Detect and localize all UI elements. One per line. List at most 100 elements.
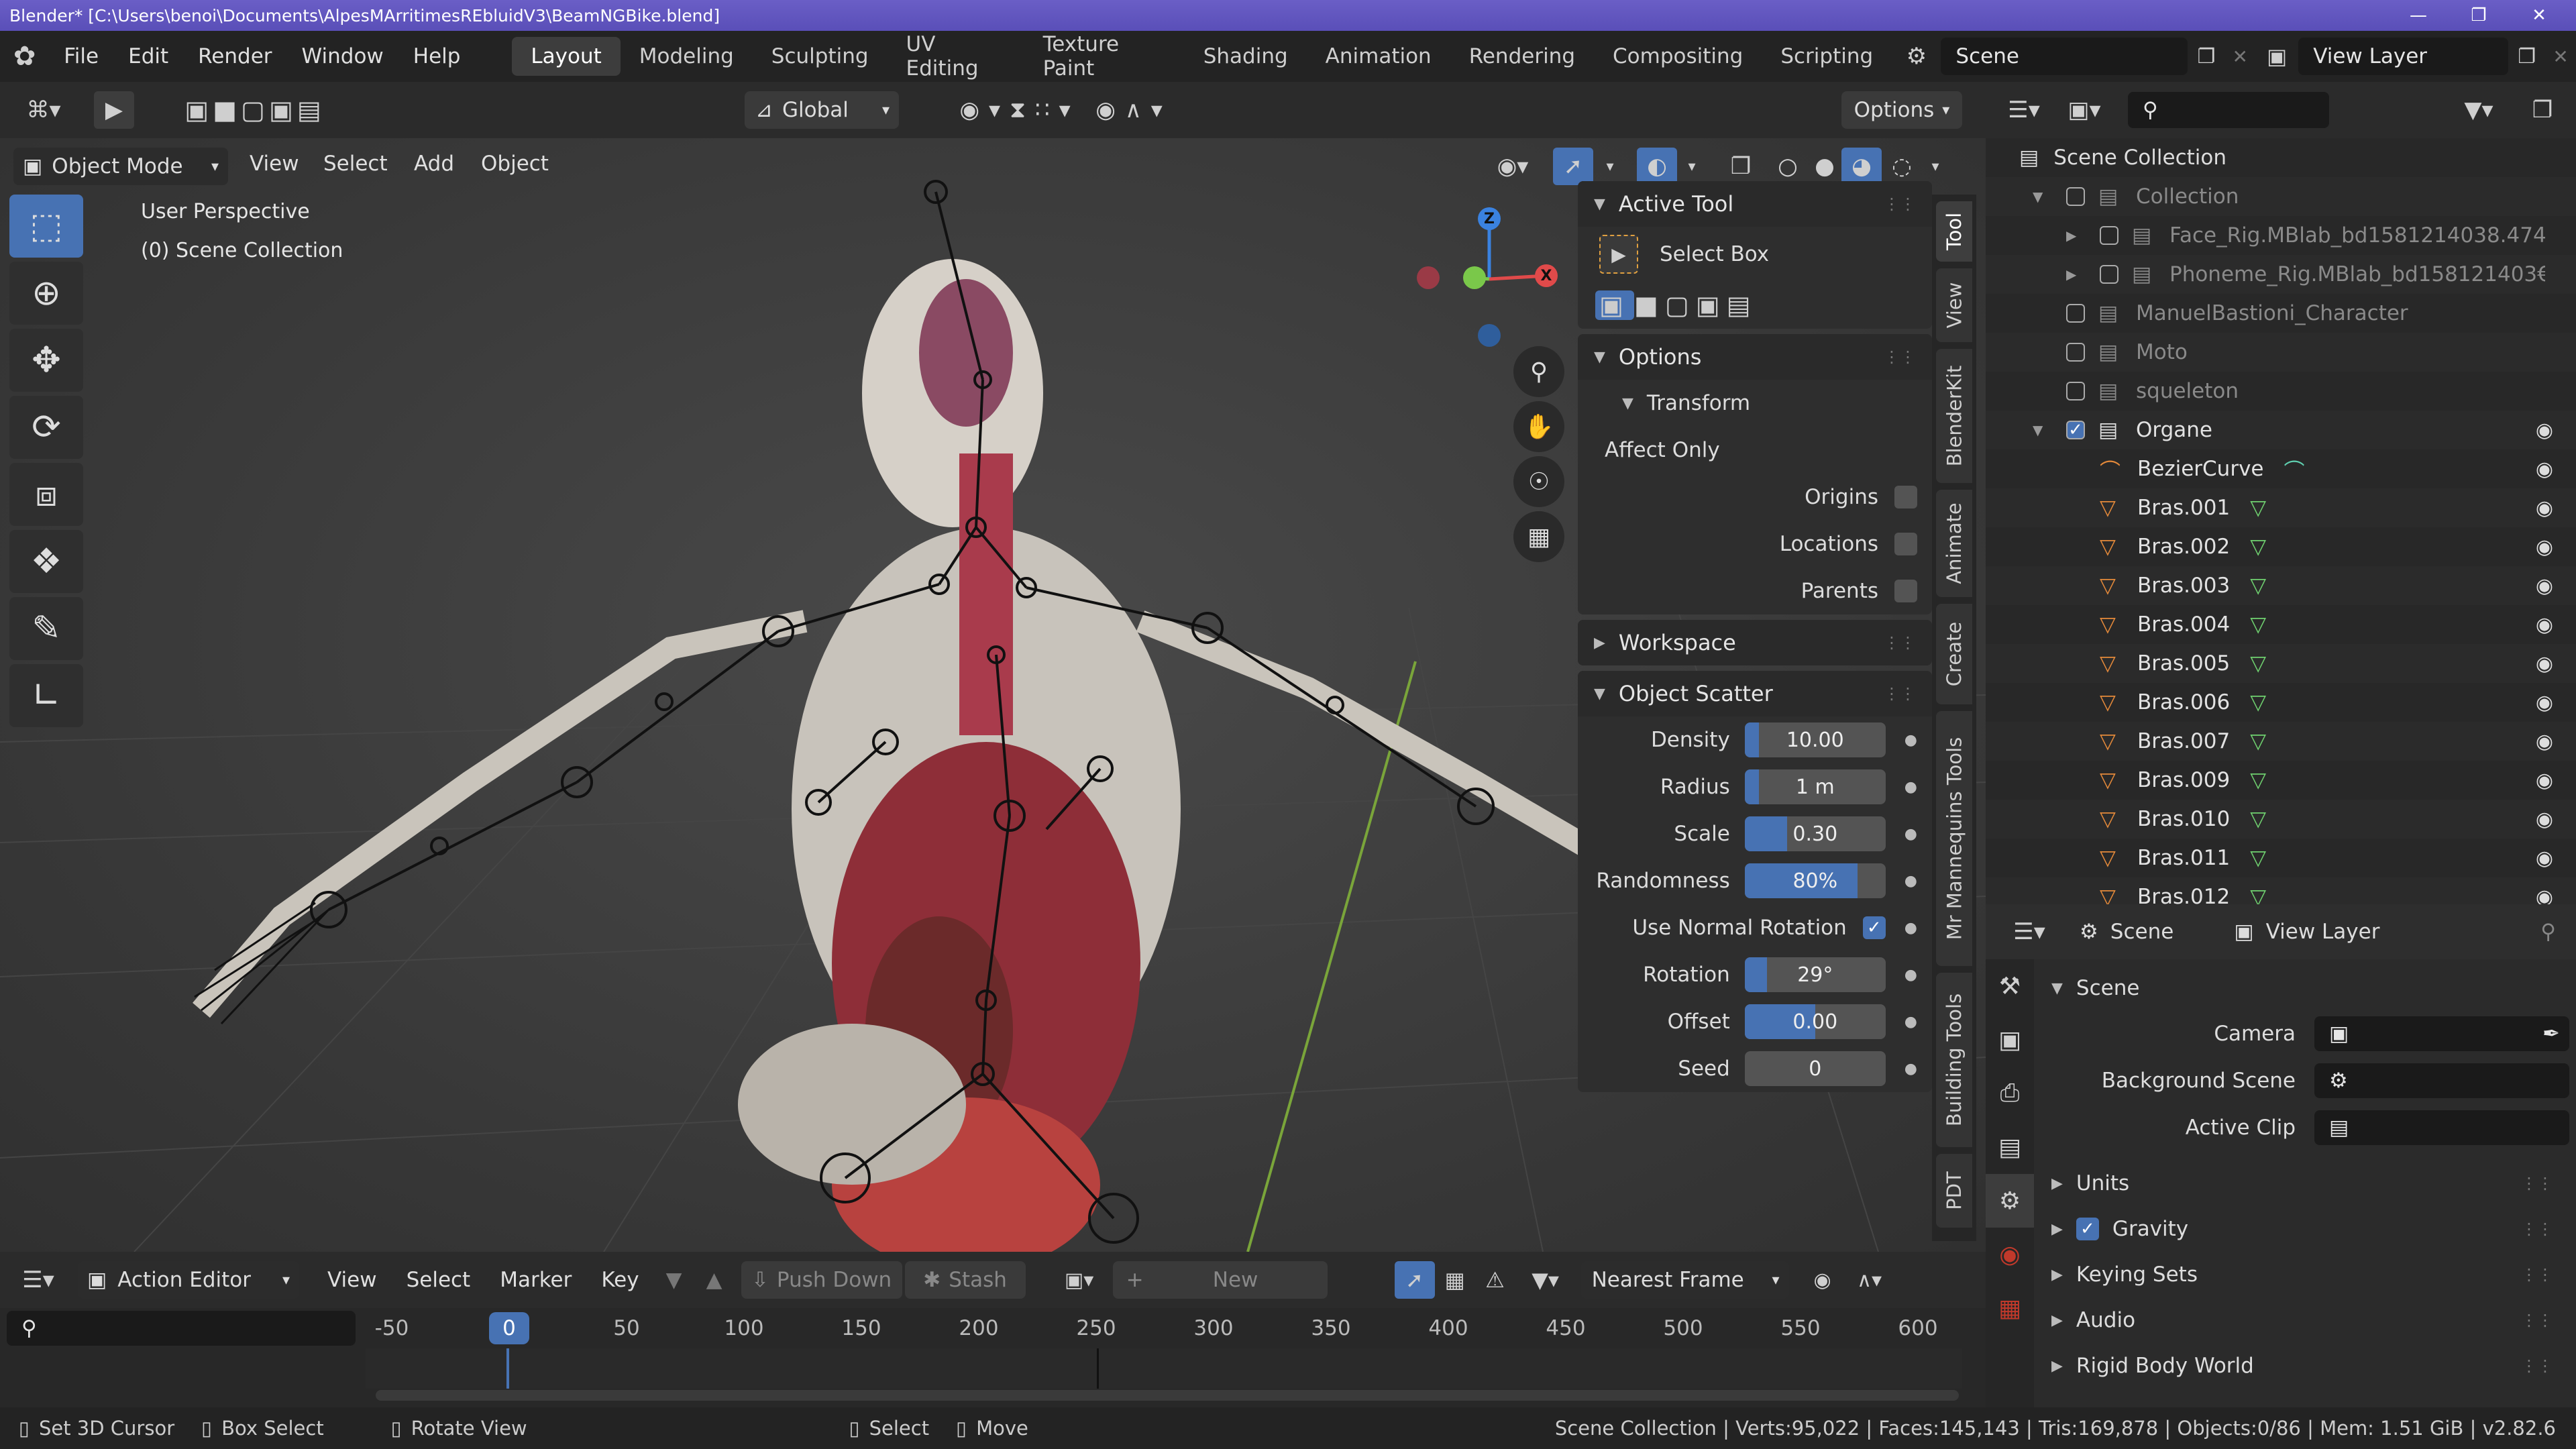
scatter-rotation-slider[interactable]: 29° (1744, 957, 1886, 992)
select-intersect-icon[interactable]: ▤ (1727, 290, 1758, 320)
scatter-scale-slider[interactable]: 0.30 (1744, 816, 1886, 851)
collection-exclude-checkbox[interactable] (2100, 265, 2118, 284)
keyframe-dot-icon[interactable]: ● (1904, 967, 1917, 983)
outliner-item[interactable]: ▽ Bras.007 ▽ ◉ (1986, 722, 2576, 761)
expand-triangle-icon[interactable]: ▼ (2033, 422, 2066, 438)
overlay-toggle-icon[interactable]: ◐ (1637, 148, 1677, 185)
drag-handle-icon[interactable]: ⋮⋮ (2521, 1356, 2553, 1375)
viewport-menu-select[interactable]: Select (309, 152, 402, 176)
timeline-search-input[interactable]: ⚲ (7, 1311, 356, 1346)
measure-icon[interactable]: ∟ (9, 664, 83, 727)
outliner-scene-collection[interactable]: ▤ Scene Collection (1986, 138, 2576, 177)
visibility-eye-icon[interactable]: ◉ (2536, 574, 2553, 598)
layer-up-icon[interactable]: ▲ (694, 1268, 735, 1292)
scatter-randomness-slider[interactable]: 80% (1744, 863, 1886, 898)
timeline-editor-type-icon[interactable]: ☰▾ (8, 1267, 68, 1293)
editor-type-icon[interactable]: ⌘▾ (13, 91, 74, 129)
chevron-down-icon[interactable]: ▾ (1597, 148, 1623, 185)
gizmo-z-axis[interactable]: Z (1478, 207, 1501, 230)
select-extend-icon[interactable]: ■ (1634, 290, 1665, 320)
snap-mode-dropdown[interactable]: Nearest Frame ▾ (1580, 1261, 1789, 1299)
close-icon[interactable]: ✕ (2509, 0, 2569, 31)
visibility-eye-icon[interactable]: ◉ (2536, 652, 2553, 676)
selection-mode-icons[interactable]: ▣■▢▣▤ (168, 91, 342, 129)
timeline-menu-view[interactable]: View (313, 1268, 392, 1292)
render-properties-icon[interactable]: ▣ (1986, 1013, 2034, 1067)
outliner-item[interactable]: ▽ Bras.002 ▽ ◉ (1986, 527, 2576, 566)
tab-scripting[interactable]: Scripting (1762, 37, 1892, 76)
options-header[interactable]: ▼ Options ⋮⋮ (1578, 334, 1932, 380)
drag-handle-icon[interactable]: ⋮⋮ (2521, 1311, 2553, 1330)
output-properties-icon[interactable]: ⎙ (1986, 1067, 2034, 1120)
mesh-data-icon[interactable]: ▽ (2250, 496, 2266, 520)
scene-field[interactable]: Scene (1941, 38, 2188, 75)
expand-triangle-icon[interactable]: ▼ (2033, 189, 2066, 205)
menu-render[interactable]: Render (183, 44, 286, 68)
current-frame-indicator[interactable]: 0 (489, 1312, 529, 1344)
collection-exclude-checkbox[interactable] (2066, 187, 2085, 206)
outliner-item[interactable]: ▽ Bras.005 ▽ ◉ (1986, 644, 2576, 683)
view-layer-field[interactable]: View Layer (2298, 38, 2509, 75)
scale-icon[interactable]: ⧈ (9, 463, 83, 526)
drag-handle-icon[interactable]: ⋮⋮ (1884, 195, 1916, 213)
subsection-rigid-body-world[interactable]: ▶ Rigid Body World ⋮⋮ (2039, 1343, 2569, 1389)
delete-scene-icon[interactable]: ✕ (2224, 46, 2255, 68)
sidetab-building-tools[interactable]: Building Tools (1936, 973, 1972, 1147)
mesh-data-icon[interactable]: ▽ (2250, 690, 2266, 714)
new-scene-icon[interactable]: ❐ (2188, 45, 2224, 68)
blender-logo-icon[interactable]: ✿ (0, 41, 49, 72)
select-box-tool-icon[interactable]: ▶ (1599, 235, 1638, 274)
solid-shading-icon[interactable]: ● (1805, 148, 1845, 185)
properties-editor-type-icon[interactable]: ☰▾ (1999, 918, 2059, 945)
tab-modeling[interactable]: Modeling (621, 37, 753, 76)
menu-edit[interactable]: Edit (113, 44, 183, 68)
options-dropdown[interactable]: Options ▾ (1841, 91, 1962, 129)
cursor-icon[interactable]: ⊕ (9, 262, 83, 325)
subsection-audio[interactable]: ▶ Audio ⋮⋮ (2039, 1297, 2569, 1343)
scene-icon[interactable]: ⚙ (1892, 43, 1941, 70)
visibility-eye-icon[interactable]: ◉ (2536, 808, 2553, 831)
material-shading-icon[interactable]: ◕ (1841, 148, 1882, 185)
outliner-item[interactable]: ▽ Bras.009 ▽ ◉ (1986, 761, 2576, 800)
wireframe-shading-icon[interactable]: ○ (1768, 148, 1808, 185)
outliner-search-input[interactable]: ⚲ (2128, 92, 2329, 128)
ortho-grid-icon[interactable]: ▦ (1513, 511, 1564, 562)
action-editor-dropdown[interactable]: ▣ Action Editor ▾ (78, 1261, 299, 1299)
gizmo-neg-x-axis[interactable] (1417, 266, 1440, 289)
timeline-menu-select[interactable]: Select (392, 1268, 486, 1292)
tab-animation[interactable]: Animation (1307, 37, 1450, 76)
gravity-checkbox[interactable]: ✓ (2076, 1218, 2099, 1240)
scene-section-header[interactable]: ▼ Scene (2039, 966, 2569, 1010)
outliner-item[interactable]: ▽ Bras.010 ▽ ◉ (1986, 800, 2576, 839)
visibility-eye-icon[interactable]: ◉ (2536, 535, 2553, 559)
rotate-icon[interactable]: ⟳ (9, 396, 83, 459)
mesh-data-icon[interactable]: ▽ (2250, 535, 2266, 559)
mesh-data-icon[interactable]: ▽ (2250, 729, 2266, 753)
subsection-units[interactable]: ▶ Units ⋮⋮ (2039, 1161, 2569, 1206)
collapsed-triangle-icon[interactable]: ▶ (2066, 266, 2100, 282)
sidetab-blenderkit[interactable]: BlenderKit (1936, 349, 1972, 483)
subsection-gravity[interactable]: ▶ ✓ Gravity ⋮⋮ (2039, 1206, 2569, 1252)
outliner-editor-type-icon[interactable]: ☰▾ (1994, 97, 2054, 123)
view-layer-properties-icon[interactable]: ▤ (1986, 1120, 2034, 1174)
mesh-data-icon[interactable]: ▽ (2250, 651, 2266, 676)
scatter-offset-slider[interactable]: 0.00 (1744, 1004, 1886, 1039)
move-icon[interactable]: ✥ (9, 329, 83, 392)
filter-icon[interactable]: ▼▾ (2449, 97, 2509, 123)
tab-texture-paint[interactable]: Texture Paint (1024, 32, 1185, 80)
workspace-header[interactable]: ▶ Workspace ⋮⋮ (1578, 620, 1932, 665)
outliner-item[interactable]: ▤ squeleton (1986, 372, 2576, 411)
navigation-gizmo[interactable]: Z X (1409, 199, 1570, 360)
viewport-menu-add[interactable]: Add (399, 152, 469, 176)
delete-view-layer-icon[interactable]: ✕ (2545, 46, 2576, 68)
new-view-layer-icon[interactable]: ❐ (2508, 45, 2545, 68)
collection-exclude-checkbox[interactable] (2100, 226, 2118, 245)
origins-checkbox[interactable] (1894, 486, 1917, 508)
menu-file[interactable]: File (49, 44, 113, 68)
outliner-item[interactable]: ▼ ✓ ▤ Organe ◉ (1986, 411, 2576, 449)
sidetab-animate[interactable]: Animate (1936, 490, 1972, 597)
proportional-edit-icon[interactable]: ◉ (1803, 1269, 1843, 1292)
drag-handle-icon[interactable]: ⋮⋮ (2521, 1174, 2553, 1193)
proportional-edit-icon[interactable]: ◉∧▾ (1090, 91, 1177, 129)
mesh-data-icon[interactable]: ▽ (2250, 768, 2266, 792)
